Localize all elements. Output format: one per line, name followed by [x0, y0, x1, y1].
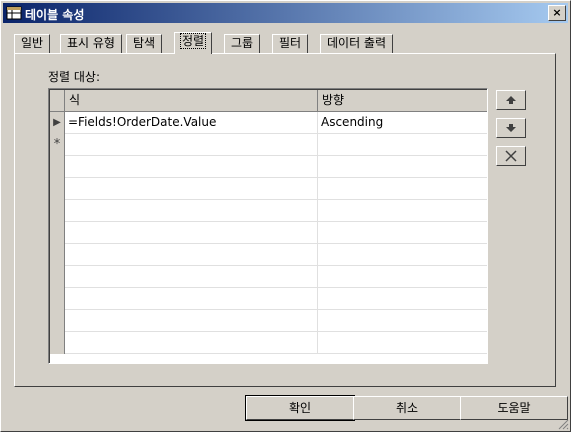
row-header	[50, 178, 65, 200]
empty-cell	[65, 156, 318, 178]
empty-row	[50, 178, 487, 200]
empty-row	[50, 244, 487, 266]
new-row-icon: *	[50, 134, 65, 156]
empty-cell	[65, 244, 318, 266]
sort-by-label: 정렬 대상:	[48, 70, 101, 84]
ok-button[interactable]: 확인	[245, 395, 355, 421]
empty-cell	[65, 266, 318, 288]
table-icon	[6, 6, 22, 20]
tab-data-output[interactable]: 데이터 출력	[320, 34, 394, 53]
row-header	[50, 222, 65, 244]
empty-row	[50, 200, 487, 222]
tab-groups[interactable]: 그룹	[224, 34, 261, 53]
empty-row	[50, 156, 487, 178]
tab-filters[interactable]: 필터	[272, 34, 309, 53]
tab-sorting[interactable]: 정렬	[174, 32, 213, 54]
new-row[interactable]: *	[50, 134, 487, 156]
delete-icon	[505, 150, 517, 162]
delete-button[interactable]	[496, 146, 526, 166]
current-row-icon: ▶	[50, 112, 65, 134]
row-header	[50, 310, 65, 332]
empty-cell	[65, 288, 318, 310]
empty-row	[50, 332, 487, 354]
empty-row	[50, 288, 487, 310]
row-header	[50, 288, 65, 310]
empty-row	[50, 222, 487, 244]
header-direction[interactable]: 방향	[318, 90, 487, 111]
header-corner	[50, 90, 65, 111]
resize-grip-icon[interactable]	[557, 418, 569, 430]
dialog-title: 테이블 속성	[25, 8, 85, 22]
direction-cell[interactable]: Ascending	[318, 112, 487, 134]
direction-cell[interactable]	[318, 134, 487, 156]
move-down-button[interactable]	[496, 118, 526, 138]
cancel-button[interactable]: 취소	[353, 396, 461, 420]
title-bar[interactable]: 테이블 속성 ×	[3, 3, 568, 23]
sort-grid[interactable]: 식 방향 ▶ =Fields!OrderDate.Value Ascending…	[48, 88, 488, 364]
empty-cell	[65, 200, 318, 222]
empty-row	[50, 310, 487, 332]
empty-cell	[65, 332, 318, 354]
expression-cell[interactable]: =Fields!OrderDate.Value	[65, 112, 318, 134]
tab-navigation[interactable]: 탐색	[126, 34, 163, 53]
move-up-button[interactable]	[496, 90, 526, 110]
row-header	[50, 156, 65, 178]
expression-cell[interactable]	[65, 134, 318, 156]
table-row[interactable]: ▶ =Fields!OrderDate.Value Ascending	[50, 112, 487, 134]
empty-row	[50, 266, 487, 288]
row-header	[50, 332, 65, 354]
close-button[interactable]: ×	[548, 5, 566, 21]
row-header	[50, 266, 65, 288]
empty-cell	[65, 310, 318, 332]
move-up-icon	[506, 96, 516, 104]
move-down-icon	[506, 124, 516, 132]
help-button[interactable]: 도움말	[460, 396, 568, 420]
header-expression[interactable]: 식	[65, 90, 318, 111]
tab-general[interactable]: 일반	[14, 34, 51, 53]
row-header	[50, 200, 65, 222]
tab-visibility[interactable]: 표시 유형	[60, 34, 122, 53]
grid-header: 식 방향	[50, 90, 487, 112]
row-header	[50, 244, 65, 266]
empty-cell	[65, 222, 318, 244]
empty-cell	[65, 178, 318, 200]
